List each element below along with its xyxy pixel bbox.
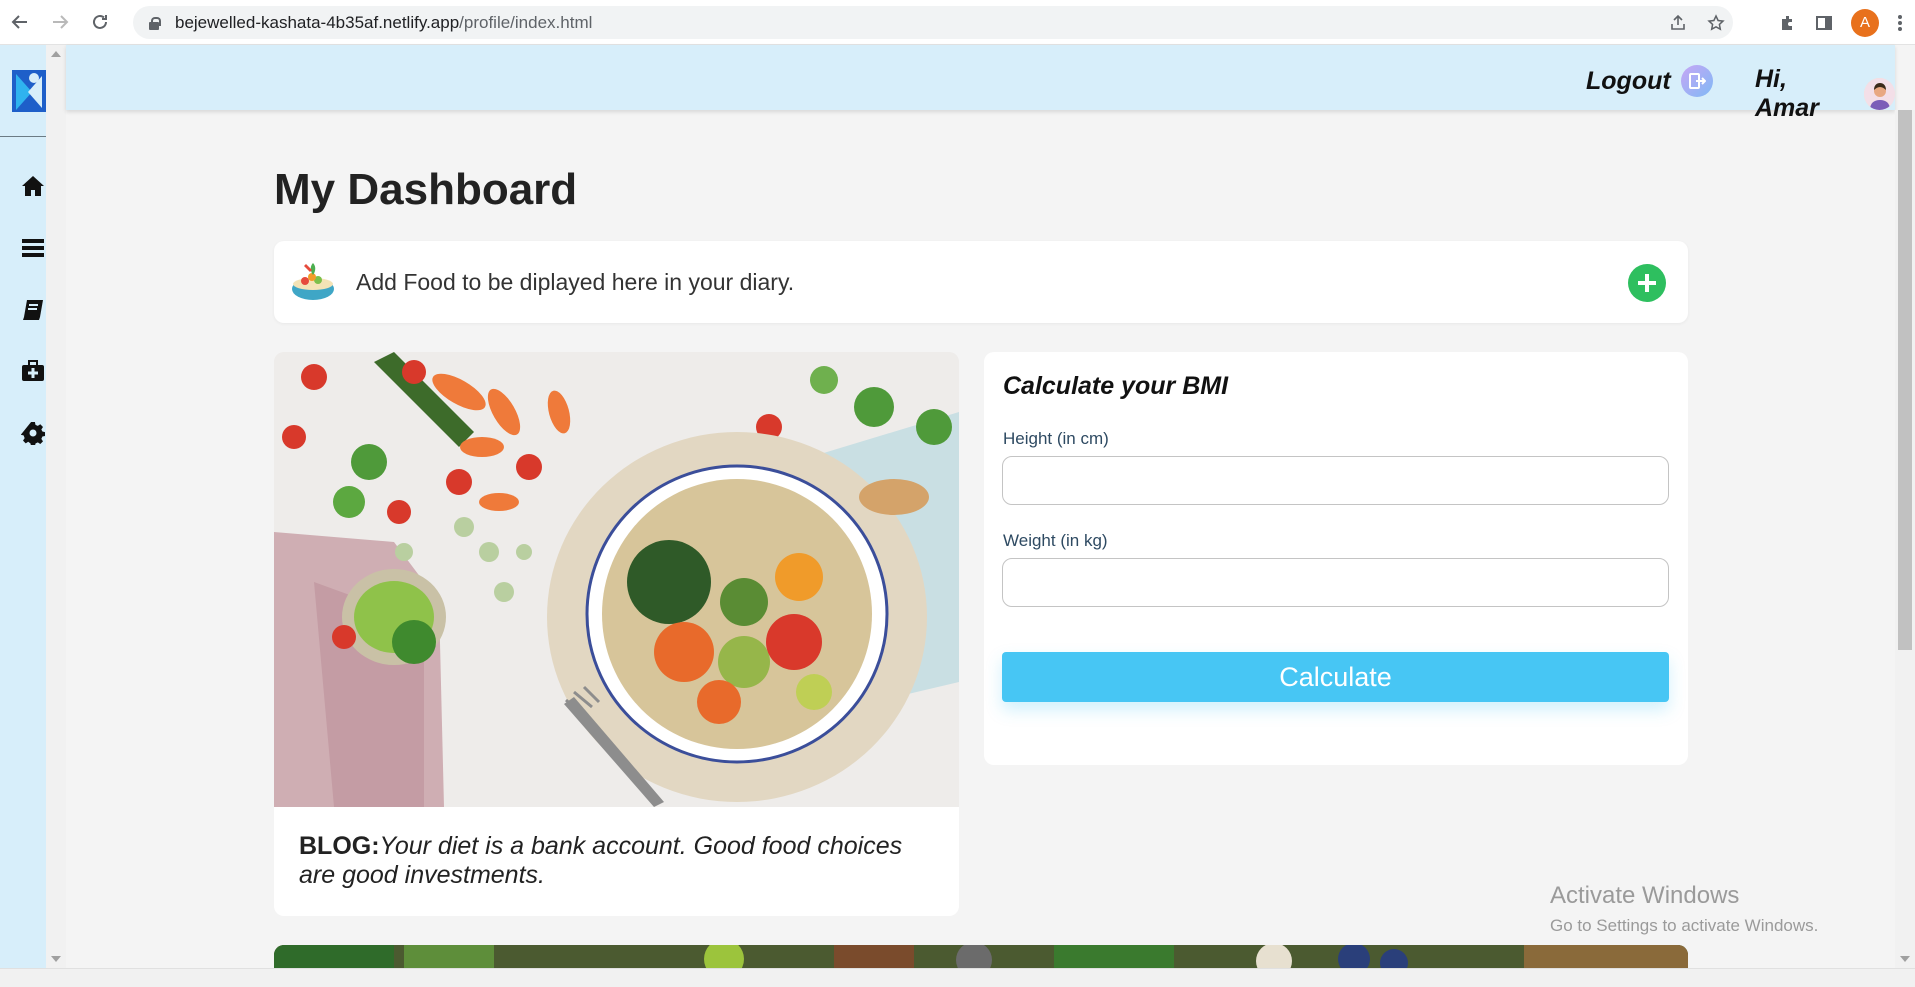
scroll-up-arrow-icon[interactable] (51, 51, 61, 57)
share-icon[interactable] (1669, 14, 1687, 32)
blog-prefix: BLOG: (299, 832, 380, 860)
logout-button[interactable]: Logout (1586, 65, 1713, 97)
greeting-text: Hi, Amar (1755, 65, 1819, 122)
bmi-calculator-card: Calculate your BMI Height (in cm) Weight… (984, 352, 1688, 765)
blog-text: Your diet is a bank account. Good food c… (299, 832, 903, 889)
height-label: Height (in cm) (1003, 429, 1109, 448)
weight-label: Weight (in kg) (1003, 531, 1108, 550)
sidebar-divider (0, 136, 46, 137)
reload-icon (93, 14, 107, 29)
address-bar[interactable]: bejewelled-kashata-4b35af.netlify.app/pr… (133, 6, 1733, 39)
kebab-menu-icon[interactable] (1897, 14, 1903, 32)
sidebar-item-home[interactable] (20, 173, 46, 199)
bookmark-star-icon[interactable] (1707, 13, 1725, 32)
page-scrollbar-thumb[interactable] (1898, 110, 1912, 650)
avatar (1863, 78, 1895, 110)
food-bowl-icon (292, 263, 334, 300)
home-icon (22, 176, 44, 196)
app-header: Logout Hi, Amar (66, 45, 1895, 122)
sidebar-item-diary[interactable] (20, 297, 46, 323)
add-food-bar: Add Food to be diplayed here in your dia… (274, 241, 1688, 323)
side-panel-icon[interactable] (1815, 14, 1833, 32)
reload-button[interactable] (80, 0, 120, 45)
extensions-icon[interactable] (1779, 14, 1797, 32)
sidebar-item-menu[interactable] (20, 235, 46, 261)
book-icon (23, 300, 43, 320)
user-greeting[interactable]: Hi, Amar (1755, 65, 1895, 123)
horizontal-scrollbar[interactable] (0, 968, 1915, 987)
scroll-down-arrow-icon[interactable] (51, 956, 61, 962)
logout-label: Logout (1586, 66, 1671, 95)
scroll-down-arrow-icon[interactable] (1900, 956, 1910, 962)
forward-button[interactable] (40, 0, 80, 45)
height-input[interactable] (1002, 456, 1669, 505)
vegetables-banner-image (274, 945, 1688, 968)
url-path: /profile/index.html (459, 12, 593, 32)
browser-toolbar: bejewelled-kashata-4b35af.netlify.app/pr… (0, 0, 1915, 45)
watermark-subtitle: Go to Settings to activate Windows. (1550, 916, 1819, 935)
plus-icon (1638, 274, 1656, 292)
sidebar-scrollbar[interactable] (46, 45, 66, 968)
blog-quote: BLOG:Your diet is a bank account. Good f… (299, 832, 939, 890)
logout-icon (1680, 65, 1713, 97)
bmi-title: Calculate your BMI (1003, 372, 1229, 400)
watermark-title: Activate Windows (1550, 882, 1740, 909)
lock-icon (147, 16, 161, 30)
weight-input[interactable] (1002, 558, 1669, 607)
food-prompt-text: Add Food to be diplayed here in your dia… (356, 269, 795, 295)
menu-icon (22, 239, 44, 257)
blog-card[interactable]: BLOG:Your diet is a bank account. Good f… (274, 352, 959, 916)
back-button[interactable] (0, 0, 40, 45)
sidebar-item-medical[interactable] (20, 358, 46, 384)
app-logo[interactable] (12, 64, 46, 112)
sidebar (0, 45, 46, 968)
healthy-food-image (274, 352, 959, 807)
calculate-button[interactable]: Calculate (1002, 652, 1669, 702)
url-host: bejewelled-kashata-4b35af.netlify.app (175, 12, 460, 32)
activate-windows-watermark: Activate Windows Go to Settings to activ… (1550, 882, 1818, 936)
back-arrow-icon (11, 15, 27, 29)
sidebar-item-settings[interactable] (20, 420, 46, 446)
page-scrollbar[interactable] (1895, 110, 1915, 968)
page-title: My Dashboard (274, 165, 578, 214)
medical-kit-icon (22, 360, 44, 381)
browser-profile-avatar[interactable]: A (1851, 8, 1879, 37)
forward-arrow-icon (53, 15, 69, 29)
add-food-button[interactable] (1628, 264, 1666, 302)
gear-icon (21, 421, 45, 445)
